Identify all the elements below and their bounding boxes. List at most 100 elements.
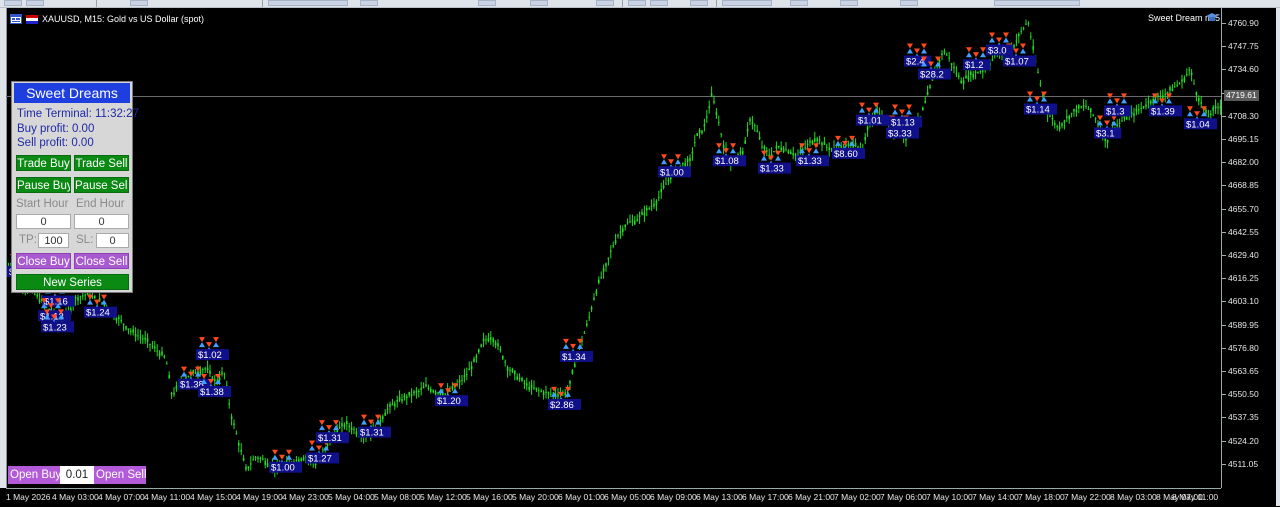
candle-body xyxy=(646,207,648,211)
candle-body xyxy=(1054,123,1056,125)
trade-label-text: $1.24 xyxy=(86,308,110,319)
close-sell-button[interactable]: Close Sell xyxy=(74,253,129,269)
trade-label-text: $3.0 xyxy=(988,45,1007,56)
toolbar-button[interactable] xyxy=(130,0,148,6)
candle-body xyxy=(806,143,809,145)
candle-body xyxy=(938,59,941,62)
candle-body xyxy=(595,290,598,294)
lot-size-input[interactable]: 0.01 xyxy=(60,466,94,484)
toolbar-button[interactable] xyxy=(790,0,808,6)
candle-body xyxy=(821,142,823,146)
candle-body xyxy=(494,342,497,346)
sl-input[interactable]: 0 xyxy=(96,233,129,248)
trade-profit-label: $1.13 xyxy=(889,116,922,128)
toolbar-button[interactable] xyxy=(478,0,496,6)
candle-body xyxy=(1073,109,1075,112)
candle-body xyxy=(1133,113,1135,117)
buy-profit-text: Buy profit: 0.00 xyxy=(17,123,95,135)
price-chart[interactable]: $1.06$1.14$1.16$1.13$1.23$1.24$1.02$1.38… xyxy=(6,8,1221,488)
buy-arrow-marker xyxy=(101,299,107,305)
time-tick-label: 6 May 13:00 xyxy=(696,492,743,502)
toolbar-button[interactable] xyxy=(530,0,548,6)
toolbar-button[interactable] xyxy=(628,0,646,6)
sell-arrow-marker xyxy=(326,425,332,431)
candle-body xyxy=(953,66,955,69)
sell-arrow-marker xyxy=(914,48,920,54)
candle-body xyxy=(660,189,662,193)
pause-sell-button[interactable]: Pause Sell xyxy=(74,177,129,193)
sell-arrow-marker xyxy=(201,374,207,379)
sell-arrow-marker xyxy=(849,135,855,141)
candle-body xyxy=(504,361,506,363)
price-axis[interactable]: 4760.904747.754734.604721.454708.304695.… xyxy=(1221,8,1277,488)
candle-body xyxy=(547,392,550,394)
trade-profit-label: $1.14 xyxy=(1024,103,1057,116)
price-tick-label: 4550.50 xyxy=(1222,389,1259,400)
panel-title[interactable]: Sweet Dreams xyxy=(14,83,130,103)
candle-body xyxy=(1200,102,1202,104)
candle-body xyxy=(854,142,857,147)
start-hour-input[interactable]: 0 xyxy=(16,214,71,229)
time-tick-label: 5 May 08:00 xyxy=(374,492,421,502)
candle-body xyxy=(686,158,689,163)
candle-body xyxy=(946,54,948,56)
toolbar-button[interactable] xyxy=(840,0,858,6)
toolbar-button[interactable] xyxy=(650,0,668,6)
sell-arrow-marker xyxy=(907,43,913,49)
candle-body xyxy=(619,231,622,233)
buy-arrow-marker xyxy=(906,109,912,115)
candle-body xyxy=(818,139,821,141)
toolbar-button[interactable] xyxy=(596,0,614,6)
candle-body xyxy=(617,235,619,237)
time-axis[interactable]: 1 May 2026 4 May 03:00 4 May 07:00 4 May 11… xyxy=(6,488,1221,507)
buy-arrow-marker xyxy=(873,107,879,113)
toolbar-button[interactable] xyxy=(4,0,22,6)
toolbar-button[interactable] xyxy=(26,0,44,6)
toolbar-button[interactable] xyxy=(268,0,348,6)
sell-arrow-marker xyxy=(1166,93,1172,99)
end-hour-input[interactable]: 0 xyxy=(74,214,129,229)
candle-body xyxy=(710,93,713,97)
tp-input[interactable]: 100 xyxy=(38,233,69,248)
toolbar-button[interactable] xyxy=(900,0,918,6)
candle-body xyxy=(502,356,504,359)
candle-body xyxy=(518,378,521,380)
trade-label-text: $8.60 xyxy=(834,149,858,160)
candle-body xyxy=(974,71,977,73)
buy-arrow-marker xyxy=(835,140,841,146)
buy-arrow-marker xyxy=(87,299,93,305)
toolbar-button[interactable] xyxy=(690,0,708,6)
buy-arrow-marker xyxy=(980,52,986,58)
new-series-button[interactable]: New Series xyxy=(16,274,129,290)
sell-arrow-marker xyxy=(980,47,986,53)
candle-body xyxy=(449,390,451,392)
price-tick-label: 4537.35 xyxy=(1222,412,1259,423)
candle-body xyxy=(1135,108,1138,112)
open-sell-button[interactable]: Open Sell xyxy=(94,466,146,484)
toolbar-button[interactable] xyxy=(722,0,772,6)
price-tick-label: 4734.60 xyxy=(1222,64,1259,75)
trade-label-text: $1.27 xyxy=(308,453,332,464)
price-tick-label: 4563.65 xyxy=(1222,366,1259,376)
candle-body xyxy=(653,203,655,207)
sell-arrow-marker xyxy=(716,143,722,149)
trade-profit-label: $1.3 xyxy=(1104,105,1132,117)
sell-arrow-marker xyxy=(1020,43,1026,49)
candle-body xyxy=(103,304,106,306)
trade-label-text: $1.04 xyxy=(1186,119,1210,130)
candle-body xyxy=(780,147,782,151)
candle-body xyxy=(943,51,946,53)
sell-arrow-marker xyxy=(279,454,285,460)
sell-arrow-marker xyxy=(94,299,100,305)
candle-body xyxy=(782,148,785,153)
toolbar-button[interactable] xyxy=(360,0,378,6)
close-buy-button[interactable]: Close Buy xyxy=(16,253,71,269)
toolbar-button[interactable] xyxy=(994,0,1080,6)
candle-body xyxy=(427,387,430,389)
trade-sell-button[interactable]: Trade Sell xyxy=(74,155,129,171)
candle-body xyxy=(199,370,202,374)
trade-buy-button[interactable]: Trade Buy xyxy=(16,155,71,171)
open-buy-button[interactable]: Open Buy xyxy=(8,466,60,484)
candle-body xyxy=(662,185,665,188)
pause-buy-button[interactable]: Pause Buy xyxy=(16,177,71,193)
